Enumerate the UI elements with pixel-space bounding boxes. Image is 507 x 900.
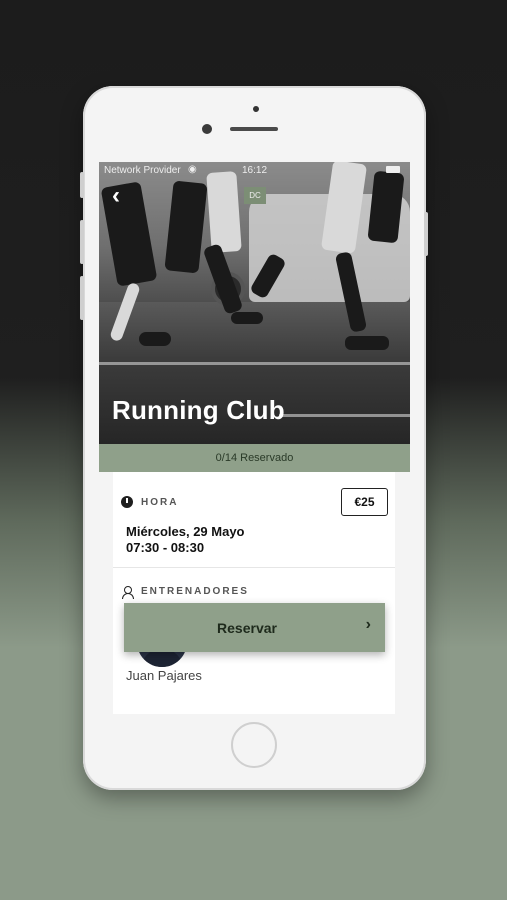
wifi-icon: ◉ <box>188 164 197 175</box>
volume-up-button <box>80 220 84 264</box>
reserve-button[interactable]: Reservar › <box>124 603 385 652</box>
lane-line <box>99 362 410 365</box>
runner <box>100 181 158 287</box>
runner <box>206 171 242 253</box>
network-provider: Network Provider <box>104 165 181 176</box>
power-button <box>424 212 428 256</box>
trainer-name[interactable]: Juan Pajares <box>126 668 202 683</box>
schedule-label: HORA <box>141 497 179 508</box>
trainers-label: ENTRENADORES <box>141 586 249 597</box>
runner <box>139 332 171 346</box>
details-card: HORA €25 Miércoles, 29 Mayo 07:30 - 08:3… <box>113 472 395 714</box>
club-logo: DC <box>244 187 266 204</box>
front-camera <box>202 124 212 134</box>
status-time: 16:12 <box>242 165 268 176</box>
event-date: Miércoles, 29 Mayo <box>126 524 245 539</box>
reserve-button-label: Reservar <box>217 620 277 636</box>
battery-icon <box>386 166 400 173</box>
runner <box>231 312 263 324</box>
event-hours: 07:30 - 08:30 <box>126 540 205 555</box>
runner <box>164 180 208 274</box>
home-button[interactable] <box>231 722 277 768</box>
person-icon <box>122 586 134 599</box>
lane-line <box>279 414 410 417</box>
proximity-sensor <box>253 106 259 112</box>
price-badge: €25 <box>341 488 388 516</box>
volume-down-button <box>80 276 84 320</box>
page-title: Running Club <box>112 395 285 425</box>
back-chevron-icon[interactable]: ‹ <box>112 182 120 210</box>
reserved-count-bar: 0/14 Reservado <box>99 444 410 472</box>
earpiece-speaker <box>230 127 278 131</box>
chevron-right-icon: › <box>365 616 371 633</box>
clock-icon <box>121 496 133 508</box>
runner <box>345 336 389 350</box>
divider <box>113 567 395 568</box>
status-bar: Network Provider ◉ 16:12 <box>99 162 410 178</box>
mute-switch <box>80 172 84 198</box>
